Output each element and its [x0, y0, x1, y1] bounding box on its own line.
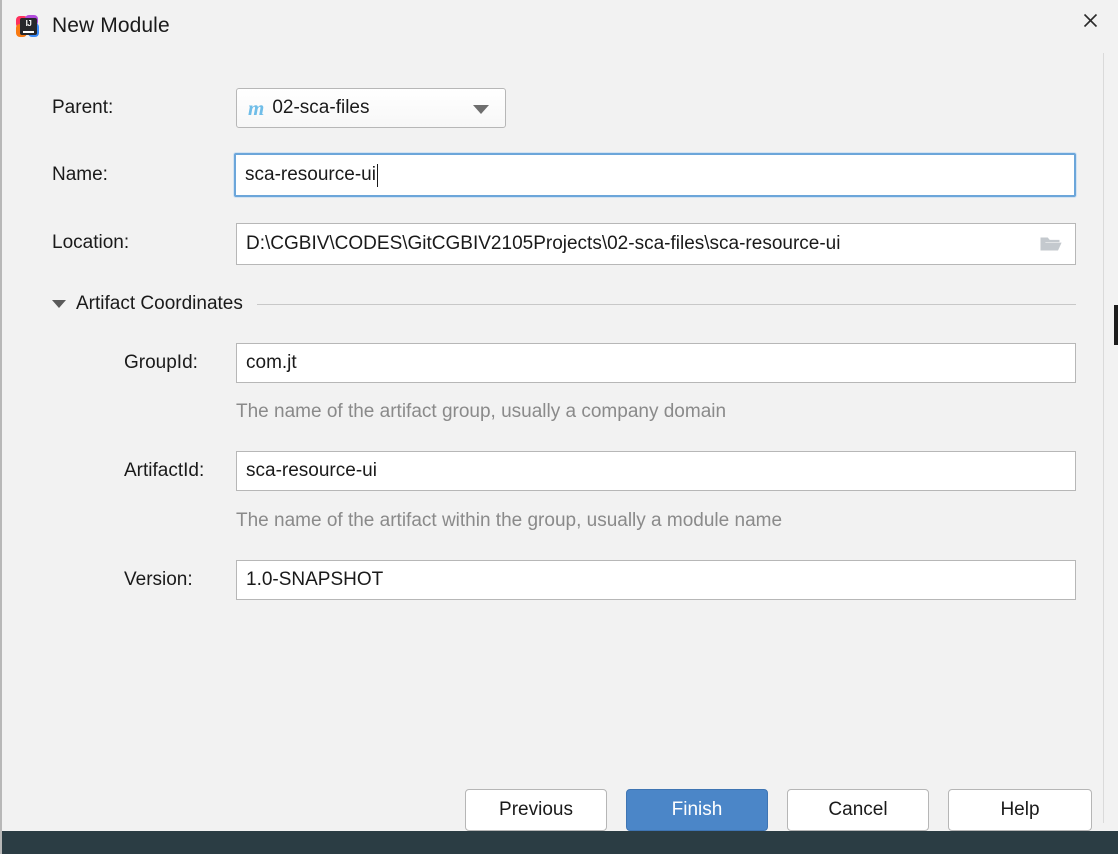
version-label: Version:	[124, 569, 193, 590]
name-input[interactable]: sca-resource-ui	[234, 153, 1076, 197]
maven-m-icon: m	[248, 95, 265, 120]
scrollbar-thumb[interactable]	[1114, 305, 1118, 345]
close-icon[interactable]	[1062, 0, 1118, 40]
artifactid-input[interactable]: sca-resource-ui	[236, 451, 1076, 491]
intellij-idea-icon: IJ	[16, 15, 40, 39]
cancel-button[interactable]: Cancel	[787, 789, 929, 831]
artifact-coordinates-toggle[interactable]: Artifact Coordinates	[52, 290, 1076, 318]
location-input[interactable]: D:\CGBIV\CODES\GitCGBIV2105Projects\02-s…	[236, 223, 1076, 265]
version-input[interactable]: 1.0-SNAPSHOT	[236, 560, 1076, 600]
text-caret	[376, 163, 378, 187]
chevron-down-icon	[473, 105, 489, 114]
artifact-coordinates-title: Artifact Coordinates	[76, 293, 243, 314]
section-divider	[256, 303, 1076, 305]
folder-icon[interactable]	[1037, 232, 1065, 256]
groupid-label: GroupId:	[124, 352, 198, 373]
artifactid-label: ArtifactId:	[124, 460, 205, 481]
dialog-titlebar: IJ New Module	[2, 0, 1118, 53]
parent-combobox[interactable]: m 02-sca-files	[236, 88, 506, 128]
help-button[interactable]: Help	[948, 789, 1092, 831]
groupid-input-value: com.jt	[246, 352, 297, 373]
name-input-value: sca-resource-ui	[245, 164, 376, 185]
location-label: Location:	[52, 232, 130, 253]
dialog-title: New Module	[52, 14, 170, 37]
groupid-hint: The name of the artifact group, usually …	[236, 401, 727, 422]
version-input-value: 1.0-SNAPSHOT	[246, 569, 384, 590]
parent-label: Parent:	[52, 97, 114, 118]
previous-button[interactable]: Previous	[465, 789, 607, 831]
artifactid-hint: The name of the artifact within the grou…	[236, 510, 783, 531]
location-input-value: D:\CGBIV\CODES\GitCGBIV2105Projects\02-s…	[246, 233, 841, 254]
finish-button[interactable]: Finish	[626, 789, 768, 831]
new-module-dialog: IJ New Module Parent: m 02-sca-files Nam…	[0, 0, 1118, 854]
name-label: Name:	[52, 164, 108, 185]
parent-selected-value: 02-sca-files	[272, 97, 370, 118]
bottom-strip	[2, 831, 1118, 854]
artifactid-input-value: sca-resource-ui	[246, 460, 377, 481]
vertical-scrollbar[interactable]	[1103, 53, 1118, 823]
triangle-down-icon	[52, 300, 66, 308]
groupid-input[interactable]: com.jt	[236, 343, 1076, 383]
